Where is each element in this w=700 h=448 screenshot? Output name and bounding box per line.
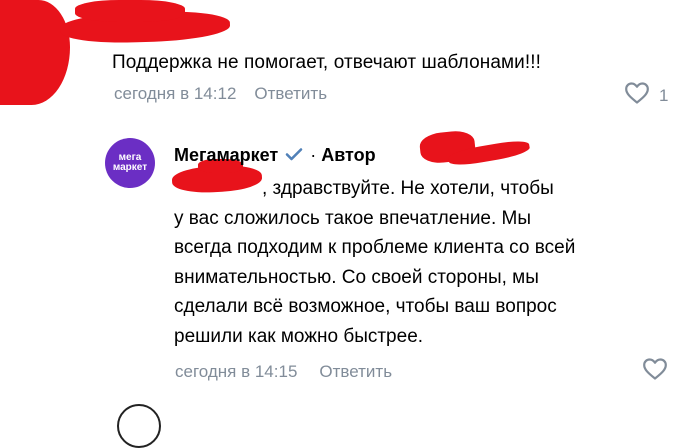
separator-dot: · [310,145,317,165]
reply-text: , здравствуйте. Не хотели, чтобы у вас с… [174,174,644,351]
reply-line: внимательностью. Со своей стороны, мы [174,266,539,288]
heart-outline-icon [642,357,668,386]
like-count: 1 [659,85,669,105]
reply-line: всегда подходим к проблеме клиента со вс… [174,237,576,258]
comment-meta: сегодня в 14:12 Ответить [114,84,327,104]
reply-button[interactable]: Ответить [319,362,392,382]
reply-line: у вас сложилось такое впечатление. Мы [174,207,532,229]
comment-text: Поддержка не помогает, отвечают шаблонам… [112,52,542,73]
reply-time: сегодня в 14:15 [175,362,298,381]
avatar-text-2: маркет [112,162,148,173]
next-avatar [117,404,161,448]
reply-line: сделали всё возможное, чтобы ваш вопрос [174,296,557,317]
author-badge: Автор [321,145,376,165]
reply-line: , здравствуйте. Не хотели, чтобы [262,178,554,199]
check-icon [285,145,303,166]
reply-button[interactable]: Ответить [254,84,327,104]
like-button[interactable]: 1 [624,81,668,110]
author-name[interactable]: Мегамаркет [174,145,278,166]
reply-line: решили как можно быстрее. [174,325,424,347]
comment-time: сегодня в 14:12 [114,84,237,103]
reply-meta: сегодня в 14:15 Ответить [175,362,392,382]
redaction-name-top-2 [75,0,185,22]
redaction-avatar-top [0,0,70,105]
heart-outline-icon [624,81,650,110]
avatar[interactable]: мега маркет [105,138,155,188]
author-row: Мегамаркет · Автор [174,145,376,166]
like-button[interactable] [642,357,668,386]
